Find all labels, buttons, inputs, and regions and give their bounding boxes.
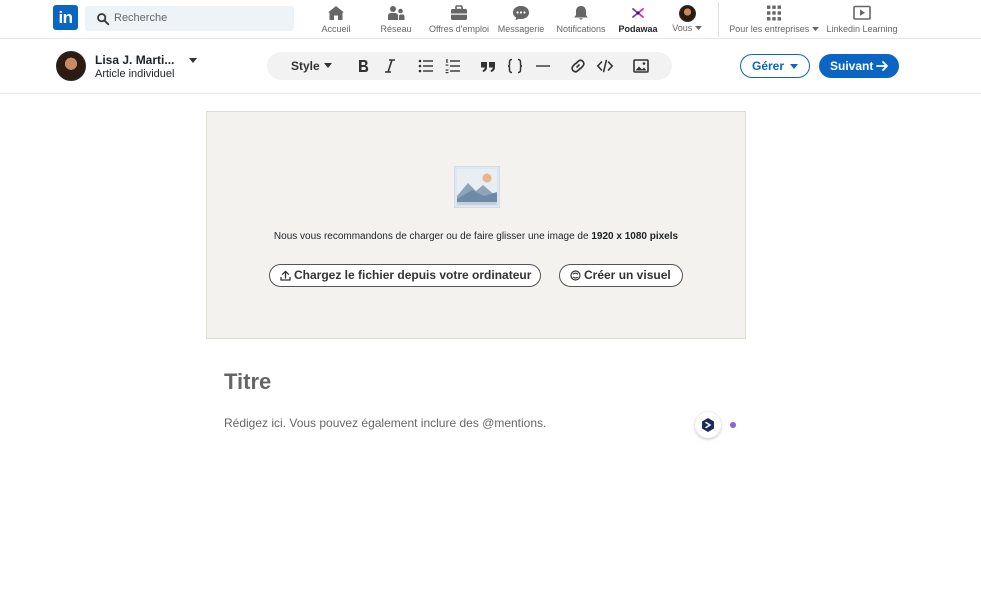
numbered-list-icon[interactable] xyxy=(444,57,462,75)
create-visual-button[interactable]: Créer un visuel xyxy=(559,264,683,287)
image-icon[interactable] xyxy=(632,57,650,75)
manage-button-label: Gérer xyxy=(752,59,785,73)
briefcase-icon xyxy=(451,5,467,20)
chevron-down-icon xyxy=(790,64,798,69)
assistant-icon xyxy=(702,418,714,432)
status-dot xyxy=(730,422,736,428)
article-title-input[interactable]: Titre xyxy=(224,369,271,395)
cover-text-dimensions: 1920 x 1080 pixels xyxy=(591,231,679,242)
style-dropdown-label[interactable]: Style xyxy=(291,59,320,73)
author-subtitle: Article individuel xyxy=(95,68,175,80)
learning-icon xyxy=(853,5,871,20)
chevron-down-icon[interactable] xyxy=(324,63,332,69)
avatar xyxy=(678,5,696,22)
upload-file-button[interactable]: Chargez le fichier depuis votre ordinate… xyxy=(269,264,541,287)
nav-me-label-wrap: Vous xyxy=(668,23,706,33)
author-avatar[interactable] xyxy=(56,51,86,81)
nav-network[interactable]: Réseau xyxy=(378,3,414,35)
create-visual-icon xyxy=(570,270,581,281)
nav-notifications-label: Notifications xyxy=(556,24,606,34)
home-icon xyxy=(328,6,344,20)
bullet-list-icon[interactable] xyxy=(417,57,435,75)
nav-home-label: Accueil xyxy=(321,24,351,34)
bold-icon[interactable] xyxy=(354,57,372,75)
nav-for-business[interactable]: Pour les entreprises xyxy=(726,3,822,35)
create-visual-label: Créer un visuel xyxy=(584,268,671,282)
link-icon[interactable] xyxy=(569,57,587,75)
arrow-right-icon xyxy=(876,61,888,71)
search-icon xyxy=(97,13,110,26)
code-block-icon[interactable] xyxy=(506,57,524,75)
author-name[interactable]: Lisa J. Marti... xyxy=(95,53,174,67)
nav-podawaa-label: Podawaa xyxy=(618,24,658,34)
nav-jobs[interactable]: Offres d'emploi xyxy=(426,3,492,35)
manage-button[interactable]: Gérer xyxy=(740,54,810,78)
cover-recommendation-text: Nous vous recommandons de charger ou de … xyxy=(207,231,745,242)
embed-icon[interactable] xyxy=(596,57,614,75)
nav-messaging[interactable]: Messagerie xyxy=(496,3,546,35)
formatting-toolbar: Style xyxy=(267,52,672,80)
cover-text-prefix: Nous vous recommandons de charger ou de … xyxy=(273,231,589,242)
search-placeholder: Recherche xyxy=(114,12,168,24)
nav-divider xyxy=(718,2,719,37)
search-bar[interactable]: Recherche xyxy=(85,6,294,31)
grid-icon xyxy=(767,5,781,21)
podawaa-assistant-button[interactable] xyxy=(695,412,721,438)
podawaa-icon xyxy=(632,8,644,18)
article-body-input[interactable]: Rédigez ici. Vous pouvez également inclu… xyxy=(224,416,546,430)
chevron-down-icon xyxy=(811,27,819,32)
quote-icon[interactable] xyxy=(479,57,497,75)
nav-learning[interactable]: Linkedin Learning xyxy=(824,3,900,35)
nav-podawaa[interactable]: Podawaa xyxy=(616,3,660,35)
next-button-label: Suivant xyxy=(830,59,874,73)
editor-header: Lisa J. Marti... Article individuel Styl… xyxy=(0,39,981,94)
next-button[interactable]: Suivant xyxy=(819,54,899,78)
nav-learning-label: Linkedin Learning xyxy=(826,24,898,34)
nav-notifications[interactable]: Notifications xyxy=(554,3,608,35)
nav-for-business-label: Pour les entreprises xyxy=(729,24,810,34)
upload-icon xyxy=(280,270,291,281)
italic-icon[interactable] xyxy=(381,57,399,75)
image-placeholder-icon xyxy=(454,166,500,208)
messaging-icon xyxy=(513,6,529,21)
upload-file-label: Chargez le fichier depuis votre ordinate… xyxy=(294,268,532,282)
nav-me[interactable]: Vous xyxy=(668,3,706,35)
nav-jobs-label: Offres d'emploi xyxy=(428,24,490,34)
nav-network-label: Réseau xyxy=(380,24,412,34)
chevron-down-icon xyxy=(694,26,702,31)
linkedin-logo[interactable]: in xyxy=(53,5,78,30)
nav-me-label: Vous xyxy=(672,23,693,33)
nav-messaging-label: Messagerie xyxy=(497,24,545,34)
cover-image-dropzone[interactable]: Nous vous recommandons de charger ou de … xyxy=(206,111,746,339)
bell-icon xyxy=(574,6,588,20)
nav-home[interactable]: Accueil xyxy=(318,3,354,35)
network-icon xyxy=(388,6,405,20)
author-dropdown-icon[interactable] xyxy=(188,55,198,65)
top-navigation: in Recherche Accueil Réseau Offres d'emp… xyxy=(0,0,981,39)
nav-for-business-label-wrap: Pour les entreprises xyxy=(726,24,822,34)
divider-icon[interactable] xyxy=(534,57,552,75)
